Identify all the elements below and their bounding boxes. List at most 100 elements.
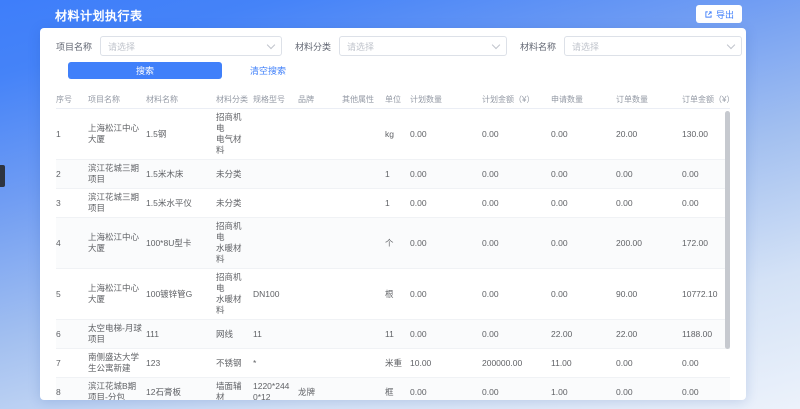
cell: 90.00 (616, 286, 682, 303)
cell: 0.00 (551, 166, 616, 183)
cell: 太空电梯-月球项目 (88, 320, 146, 348)
filter-group-material-category: 材料分类请选择 (295, 36, 507, 56)
cell (342, 171, 385, 177)
chevron-down-icon (492, 40, 500, 48)
cell: 0.00 (616, 195, 682, 212)
cell: 墙面辅材 (216, 378, 253, 400)
column-header: 品牌 (298, 94, 342, 105)
cell (298, 360, 342, 366)
cell: 0.00 (682, 195, 730, 212)
cell: 0.00 (410, 326, 482, 343)
cell (342, 200, 385, 206)
cell: 0.00 (616, 384, 682, 401)
cell: 滨江花城B期项目-分包 (88, 378, 146, 400)
cell: 0.00 (410, 384, 482, 401)
cell (298, 291, 342, 297)
chevron-down-icon (727, 40, 735, 48)
cell: 1188.00 (682, 326, 730, 343)
filter-group-project-name: 项目名称请选择 (56, 36, 282, 56)
material-category-select[interactable]: 请选择 (339, 36, 507, 56)
material-name-select[interactable]: 请选择 (564, 36, 742, 56)
table-row: 3滨江花城三期项目1.5米水平仪未分类10.000.000.000.000.00 (56, 189, 730, 218)
cell: 0.00 (482, 195, 551, 212)
cell: 0.00 (482, 126, 551, 143)
cell: 0.00 (410, 195, 482, 212)
cell: 12石膏板 (146, 384, 216, 401)
column-header: 项目名称 (88, 94, 146, 105)
cell: 网线 (216, 326, 253, 343)
cell: 8 (56, 384, 88, 401)
cell (253, 171, 298, 177)
cell: 0.00 (551, 195, 616, 212)
column-header: 单位 (385, 94, 410, 105)
cell: 未分类 (216, 195, 253, 212)
cell: 0.00 (682, 355, 730, 372)
cell (342, 389, 385, 395)
cell: 0.00 (482, 326, 551, 343)
vertical-scrollbar[interactable] (725, 111, 730, 349)
cell: 龙牌 (298, 384, 342, 401)
cell (298, 171, 342, 177)
table-row: 5上海松江中心大厦100镀锌管G招商机电 水暖材料DN100根0.000.000… (56, 269, 730, 320)
select-placeholder: 请选择 (572, 40, 599, 53)
cell (298, 131, 342, 137)
clear-search-link[interactable]: 清空搜索 (250, 64, 286, 77)
filter-label: 材料分类 (295, 40, 331, 53)
cell: 1.5钢 (146, 126, 216, 143)
export-icon (704, 10, 713, 19)
cell: 11 (385, 326, 410, 343)
cell: 0.00 (482, 384, 551, 401)
cell: 123 (146, 355, 216, 372)
cell: 0.00 (482, 286, 551, 303)
cell: 3 (56, 195, 88, 212)
cell: 10.00 (410, 355, 482, 372)
cell: 172.00 (682, 235, 730, 252)
cell: 个 (385, 235, 410, 252)
cell (342, 240, 385, 246)
filter-group-material-name: 材料名称请选择 (520, 36, 742, 56)
cell: 1.5米木床 (146, 166, 216, 183)
cell: 框 (385, 384, 410, 401)
cell (342, 331, 385, 337)
export-button[interactable]: 导出 (696, 5, 742, 23)
column-header: 材料名称 (146, 94, 216, 105)
cell: 100*8U型卡 (146, 235, 216, 252)
export-label: 导出 (716, 8, 734, 21)
search-button[interactable]: 搜索 (68, 62, 222, 79)
table-row: 4上海松江中心大厦100*8U型卡招商机电 水暖材料个0.000.000.002… (56, 218, 730, 269)
cell (342, 131, 385, 137)
column-header: 计划数量 (410, 94, 482, 105)
sidebar-collapse-handle[interactable] (0, 165, 5, 187)
cell (298, 331, 342, 337)
table-row: 7南侧盛达大学生公寓新建123不锈钢*米重10.00200000.0011.00… (56, 349, 730, 378)
cell: 6 (56, 326, 88, 343)
cell: 1220*2440*12 (253, 378, 298, 400)
table-row: 6太空电梯-月球项目111网线11110.000.0022.0022.00118… (56, 320, 730, 349)
filter-label: 项目名称 (56, 40, 92, 53)
cell: DN100 (253, 286, 298, 303)
cell: 招商机电 水暖材料 (216, 269, 253, 319)
cell: 0.00 (410, 235, 482, 252)
column-header: 申请数量 (551, 94, 616, 105)
cell: 200.00 (616, 235, 682, 252)
cell: 22.00 (616, 326, 682, 343)
table-header: 序号项目名称材料名称材料分类规格型号品牌其他属性单位计划数量计划金额（¥）申请数… (56, 90, 730, 109)
cell: 南侧盛达大学生公寓新建 (88, 349, 146, 377)
column-header: 订单金额（¥） (682, 94, 730, 105)
cell: 0.00 (482, 235, 551, 252)
project-name-select[interactable]: 请选择 (100, 36, 282, 56)
cell (342, 291, 385, 297)
content-card: 项目名称请选择材料分类请选择材料名称请选择 搜索 清空搜索 序号项目名称材料名称… (40, 28, 746, 400)
cell (342, 360, 385, 366)
cell: 0.00 (682, 166, 730, 183)
cell: 0.00 (410, 286, 482, 303)
cell: 1 (385, 166, 410, 183)
table-row: 8滨江花城B期项目-分包12石膏板墙面辅材1220*2440*12龙牌框0.00… (56, 378, 730, 400)
cell: 上海松江中心大厦 (88, 280, 146, 308)
cell: 招商机电 水暖材料 (216, 218, 253, 268)
cell: 0.00 (551, 126, 616, 143)
cell: * (253, 355, 298, 372)
cell: 2 (56, 166, 88, 183)
cell: 0.00 (551, 235, 616, 252)
cell: 米重 (385, 355, 410, 372)
